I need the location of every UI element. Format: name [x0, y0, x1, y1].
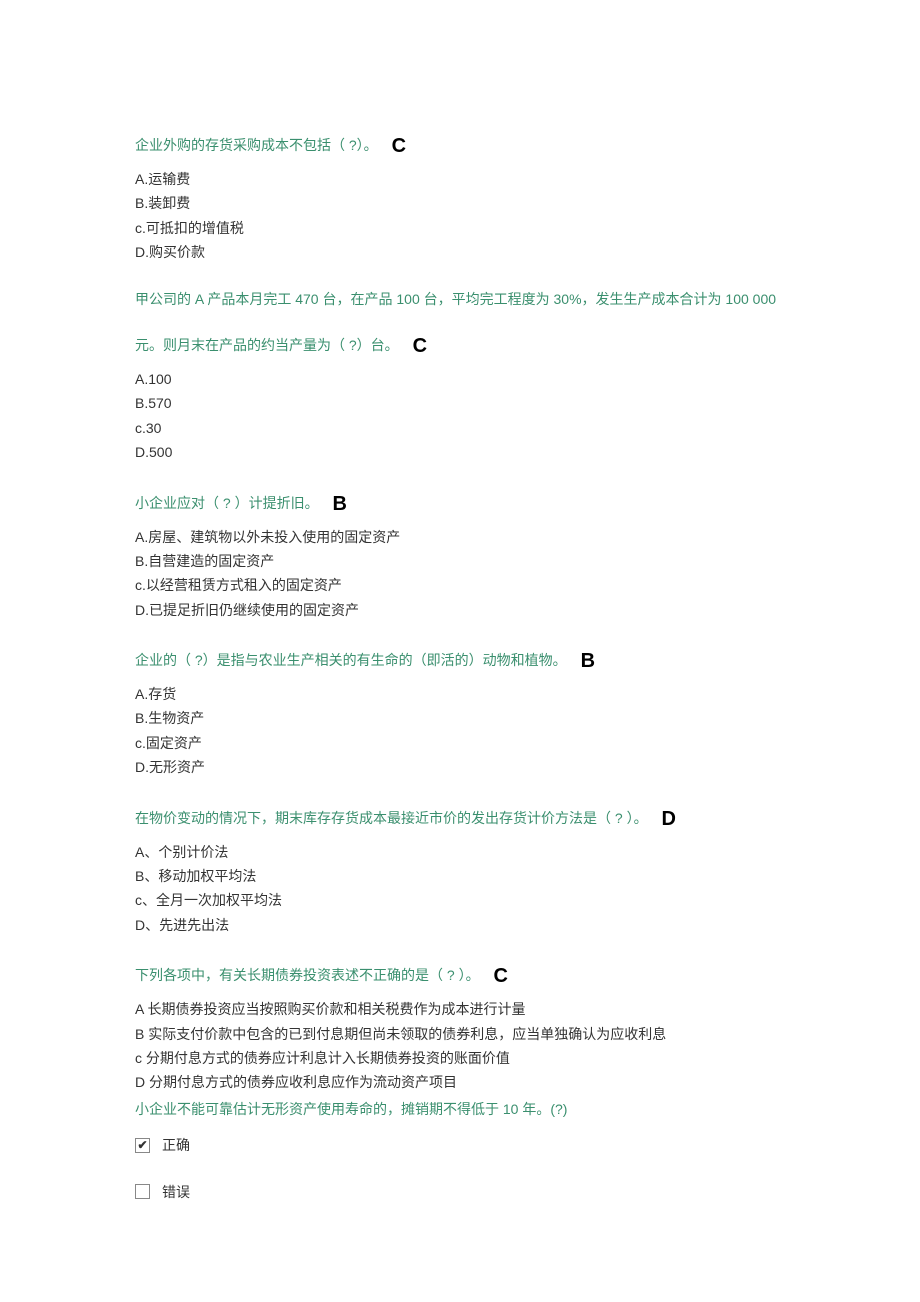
- option-c: c、全月一次加权平均法: [135, 889, 785, 911]
- checkbox-false[interactable]: [135, 1184, 150, 1199]
- question-6: 下列各项中，有关长期债券投资表述不正确的是（ ? ）。 C A 长期债券投资应当…: [135, 960, 785, 1094]
- question-2: 甲公司的 A 产品本月完工 470 台，在产品 100 台，平均完工程度为 30…: [135, 288, 785, 464]
- true-option-row[interactable]: ✔ 正确: [135, 1134, 785, 1156]
- option-b: B.生物资产: [135, 707, 785, 729]
- true-label: 正确: [162, 1134, 190, 1156]
- checkbox-true[interactable]: ✔: [135, 1138, 150, 1153]
- option-a: A.房屋、建筑物以外未投入使用的固定资产: [135, 526, 785, 548]
- options: A.运输费 B.装卸费 c.可抵扣的增值税 D.购买价款: [135, 168, 785, 264]
- option-d: D、先进先出法: [135, 914, 785, 936]
- question-stem-line2: 元。则月末在产品的约当产量为（ ?）台。 C: [135, 330, 785, 362]
- exam-page: 企业外购的存货采购成本不包括（ ?）。 C A.运输费 B.装卸费 c.可抵扣的…: [0, 0, 920, 1302]
- question-stem: 企业外购的存货采购成本不包括（ ?）。 C: [135, 130, 785, 162]
- option-c: c.固定资产: [135, 732, 785, 754]
- option-d: D.无形资产: [135, 756, 785, 778]
- option-b: B.自营建造的固定资产: [135, 550, 785, 572]
- options: A.100 B.570 c.30 D.500: [135, 368, 785, 464]
- option-c: c.以经营租赁方式租入的固定资产: [135, 574, 785, 596]
- question-3: 小企业应对（ ? ）计提折旧。 B A.房屋、建筑物以外未投入使用的固定资产 B…: [135, 488, 785, 622]
- false-option-row[interactable]: 错误: [135, 1181, 785, 1203]
- question-stem: 小企业不能可靠估计无形资产使用寿命的，摊销期不得低于 10 年。(?): [135, 1098, 785, 1120]
- option-a: A.运输费: [135, 168, 785, 190]
- question-stem: 下列各项中，有关长期债券投资表述不正确的是（ ? ）。 C: [135, 960, 785, 992]
- question-stem-line1: 甲公司的 A 产品本月完工 470 台，在产品 100 台，平均完工程度为 30…: [135, 288, 785, 310]
- question-7: 小企业不能可靠估计无形资产使用寿命的，摊销期不得低于 10 年。(?) ✔ 正确…: [135, 1098, 785, 1203]
- false-label: 错误: [162, 1181, 190, 1203]
- option-b: B 实际支付价款中包含的已到付息期但尚未领取的债券利息，应当单独确认为应收利息: [135, 1023, 785, 1045]
- option-a: A、个别计价法: [135, 841, 785, 863]
- stem-text: 小企业应对（ ? ）计提折旧。: [135, 495, 319, 511]
- option-a: A.存货: [135, 683, 785, 705]
- answer-letter: B: [581, 650, 595, 672]
- stem-text: 下列各项中，有关长期债券投资表述不正确的是（ ? ）。: [135, 967, 480, 983]
- stem-text: 元。则月末在产品的约当产量为（ ?）台。: [135, 337, 399, 353]
- options: A、个别计价法 B、移动加权平均法 c、全月一次加权平均法 D、先进先出法: [135, 841, 785, 937]
- answer-letter: C: [413, 335, 427, 357]
- option-d: D.已提足折旧仍继续使用的固定资产: [135, 599, 785, 621]
- question-1: 企业外购的存货采购成本不包括（ ?）。 C A.运输费 B.装卸费 c.可抵扣的…: [135, 130, 785, 264]
- answer-letter: D: [661, 808, 675, 830]
- stem-text: 企业外购的存货采购成本不包括（ ?）。: [135, 137, 378, 153]
- stem-text: 在物价变动的情况下，期末库存存货成本最接近市价的发出存货计价方法是（ ? ）。: [135, 810, 648, 826]
- options: A 长期债券投资应当按照购买价款和相关税费作为成本进行计量 B 实际支付价款中包…: [135, 998, 785, 1094]
- answer-letter: B: [332, 493, 346, 515]
- question-stem: 小企业应对（ ? ）计提折旧。 B: [135, 488, 785, 520]
- option-b: B、移动加权平均法: [135, 865, 785, 887]
- option-d: D.购买价款: [135, 241, 785, 263]
- option-b: B.570: [135, 392, 785, 414]
- option-d: D 分期付息方式的债券应收利息应作为流动资产项目: [135, 1071, 785, 1093]
- answer-letter: C: [392, 135, 406, 157]
- question-4: 企业的（ ?）是指与农业生产相关的有生命的（即活的）动物和植物。 B A.存货 …: [135, 645, 785, 779]
- option-c: c.可抵扣的增值税: [135, 217, 785, 239]
- option-d: D.500: [135, 441, 785, 463]
- question-stem: 企业的（ ?）是指与农业生产相关的有生命的（即活的）动物和植物。 B: [135, 645, 785, 677]
- options: A.房屋、建筑物以外未投入使用的固定资产 B.自营建造的固定资产 c.以经营租赁…: [135, 526, 785, 622]
- option-a: A 长期债券投资应当按照购买价款和相关税费作为成本进行计量: [135, 998, 785, 1020]
- options: A.存货 B.生物资产 c.固定资产 D.无形资产: [135, 683, 785, 779]
- option-b: B.装卸费: [135, 192, 785, 214]
- option-c: c.30: [135, 417, 785, 439]
- option-c: c 分期付息方式的债券应计利息计入长期债券投资的账面价值: [135, 1047, 785, 1069]
- answer-letter: C: [493, 965, 507, 987]
- question-5: 在物价变动的情况下，期末库存存货成本最接近市价的发出存货计价方法是（ ? ）。 …: [135, 803, 785, 937]
- option-a: A.100: [135, 368, 785, 390]
- question-stem: 在物价变动的情况下，期末库存存货成本最接近市价的发出存货计价方法是（ ? ）。 …: [135, 803, 785, 835]
- stem-text: 企业的（ ?）是指与农业生产相关的有生命的（即活的）动物和植物。: [135, 652, 567, 668]
